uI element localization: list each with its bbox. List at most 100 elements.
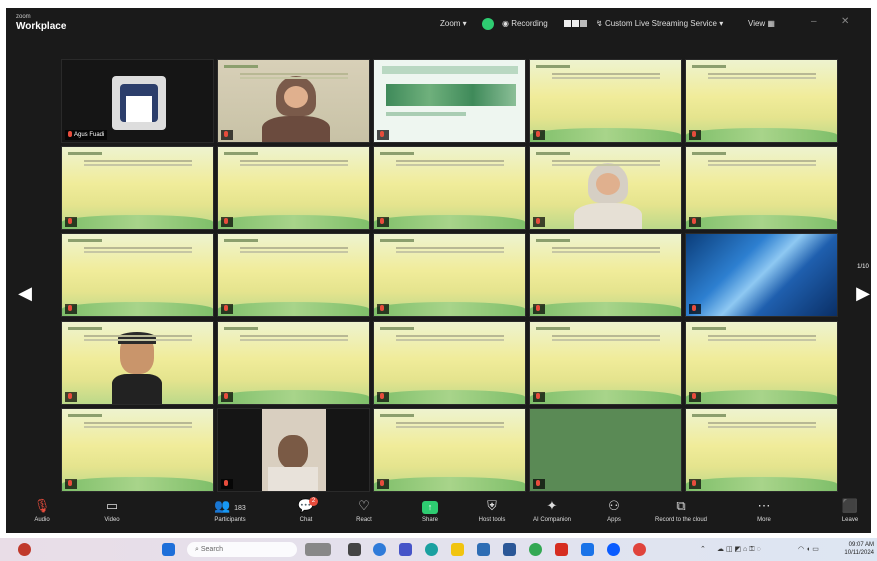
taskbar-clock[interactable]: 09:07 AM 10/11/2024: [840, 541, 874, 557]
leave-button[interactable]: ⬛ Leave: [832, 497, 868, 531]
participant-tile[interactable]: [373, 233, 526, 317]
slide-decoration: [374, 390, 525, 404]
mic-muted-icon: [380, 218, 384, 225]
mic-muted-icon: [536, 218, 540, 225]
close-icon[interactable]: ✕: [841, 16, 849, 27]
next-page-arrow-icon[interactable]: ▶: [852, 273, 871, 313]
taskbar-search[interactable]: ⌕ Search: [187, 542, 297, 557]
participant-tile[interactable]: [61, 146, 214, 230]
security-shield-icon[interactable]: [482, 17, 494, 31]
participant-tile[interactable]: [61, 321, 214, 405]
page-indicator: 1/10: [857, 264, 869, 270]
pause-stop-controls[interactable]: [564, 17, 588, 31]
video-button[interactable]: ▭ Video: [84, 497, 140, 531]
participant-tile[interactable]: [373, 146, 526, 230]
participant-tile[interactable]: [529, 321, 682, 405]
participant-tile[interactable]: [529, 146, 682, 230]
participant-tile[interactable]: [217, 146, 370, 230]
participant-tile[interactable]: [373, 59, 526, 143]
brand-small: zoom: [16, 14, 31, 20]
outlook-icon[interactable]: [503, 543, 516, 556]
participant-name: Agus Fuadi: [65, 130, 108, 140]
slide-decoration: [686, 128, 837, 142]
teams-icon[interactable]: [399, 543, 412, 556]
audio-button[interactable]: 🎙 Audio: [14, 497, 70, 531]
record-button[interactable]: ⧉ Record to the cloud: [644, 497, 718, 531]
recording-indicator[interactable]: ◉ Recording: [502, 17, 548, 31]
participant-tile[interactable]: [685, 59, 838, 143]
zoom-window: zoom Workplace Zoom ▾ ◉ Recording ↯ Cust…: [6, 8, 871, 533]
view-menu[interactable]: Zoom ▾: [440, 17, 467, 31]
participant-tile[interactable]: [61, 233, 214, 317]
ai-companion-button[interactable]: ✦ AI Companion: [524, 497, 580, 531]
pdf-icon[interactable]: [555, 543, 568, 556]
participant-name: [533, 217, 545, 227]
participant-name: [377, 479, 389, 489]
participant-tile[interactable]: Agus Fuadi: [61, 59, 214, 143]
minimize-icon[interactable]: –: [811, 16, 817, 27]
share-button[interactable]: ↑ Share: [402, 497, 458, 531]
react-button[interactable]: ♡ React: [336, 497, 392, 531]
apps-button[interactable]: ⚇ Apps: [586, 497, 642, 531]
mic-muted-icon: [224, 480, 228, 487]
participant-name: [689, 130, 701, 140]
chrome-icon[interactable]: [529, 543, 542, 556]
more-button[interactable]: ⋯ More: [736, 497, 792, 531]
participant-tile[interactable]: [217, 408, 370, 492]
windows-start-icon[interactable]: [162, 543, 175, 556]
slide-decoration: [530, 302, 681, 316]
gallery-view: ◀ 1/10 ▶ Agus Fuadi: [6, 38, 871, 494]
participant-tile[interactable]: [685, 146, 838, 230]
tray-icons[interactable]: ☁ ◫ ◩ ⌂ ⚿ ◌: [717, 545, 761, 554]
participant-tile[interactable]: [217, 233, 370, 317]
mic-muted-icon: [536, 305, 540, 312]
participant-tile[interactable]: [685, 321, 838, 405]
host-tools-button[interactable]: ⛨ Host tools: [464, 497, 520, 531]
participant-tile[interactable]: [685, 233, 838, 317]
mic-muted-icon: [68, 393, 72, 400]
mic-muted-icon: [224, 131, 228, 138]
participant-name: [533, 304, 545, 314]
copilot-icon[interactable]: [305, 543, 331, 556]
app-icon-2[interactable]: [633, 543, 646, 556]
participant-tile[interactable]: [373, 321, 526, 405]
previous-page-arrow-icon[interactable]: ◀: [14, 273, 36, 313]
participant-tile[interactable]: [61, 408, 214, 492]
chat-icon: 💬: [297, 498, 315, 513]
participant-tile[interactable]: [217, 321, 370, 405]
word-icon[interactable]: [477, 543, 490, 556]
slide-decoration: [530, 128, 681, 142]
participant-name: [221, 130, 233, 140]
share-screen-icon: ↑: [402, 497, 458, 515]
weather-icon[interactable]: [18, 543, 31, 556]
live-streaming-menu[interactable]: ↯ Custom Live Streaming Service ▾: [596, 17, 723, 31]
participant-tile[interactable]: [529, 233, 682, 317]
participant-tile[interactable]: [217, 59, 370, 143]
slide-decoration: [218, 215, 369, 229]
zoom-icon[interactable]: [607, 543, 620, 556]
view-button[interactable]: View ▦: [748, 17, 775, 31]
participant-tile[interactable]: [685, 408, 838, 492]
chat-badge: 2: [309, 497, 318, 506]
participant-name: [377, 392, 389, 402]
shield-icon: ⛨: [487, 498, 497, 513]
file-explorer-icon[interactable]: [451, 543, 464, 556]
chat-button[interactable]: 💬 2 Chat: [278, 497, 334, 531]
mic-muted-icon: [224, 218, 228, 225]
mic-muted-icon: [68, 218, 72, 225]
edge-icon[interactable]: [373, 543, 386, 556]
app-icon[interactable]: [581, 543, 594, 556]
mic-muted-icon: [224, 305, 228, 312]
participant-tile[interactable]: [529, 59, 682, 143]
mic-muted-icon: [68, 305, 72, 312]
heart-icon: ♡: [358, 498, 370, 513]
participants-button[interactable]: 👥 183 Participants: [202, 497, 258, 531]
participant-tile[interactable]: [373, 408, 526, 492]
participant-tile[interactable]: [529, 408, 682, 492]
wifi-volume-battery-icon[interactable]: ◠ ◖ ▭: [798, 545, 819, 553]
browser-icon[interactable]: [425, 543, 438, 556]
tray-chevron-icon[interactable]: ⌃: [700, 545, 706, 553]
shared-screen: [382, 66, 518, 74]
task-view-icon[interactable]: [348, 543, 361, 556]
app-brand: Workplace: [16, 21, 67, 32]
